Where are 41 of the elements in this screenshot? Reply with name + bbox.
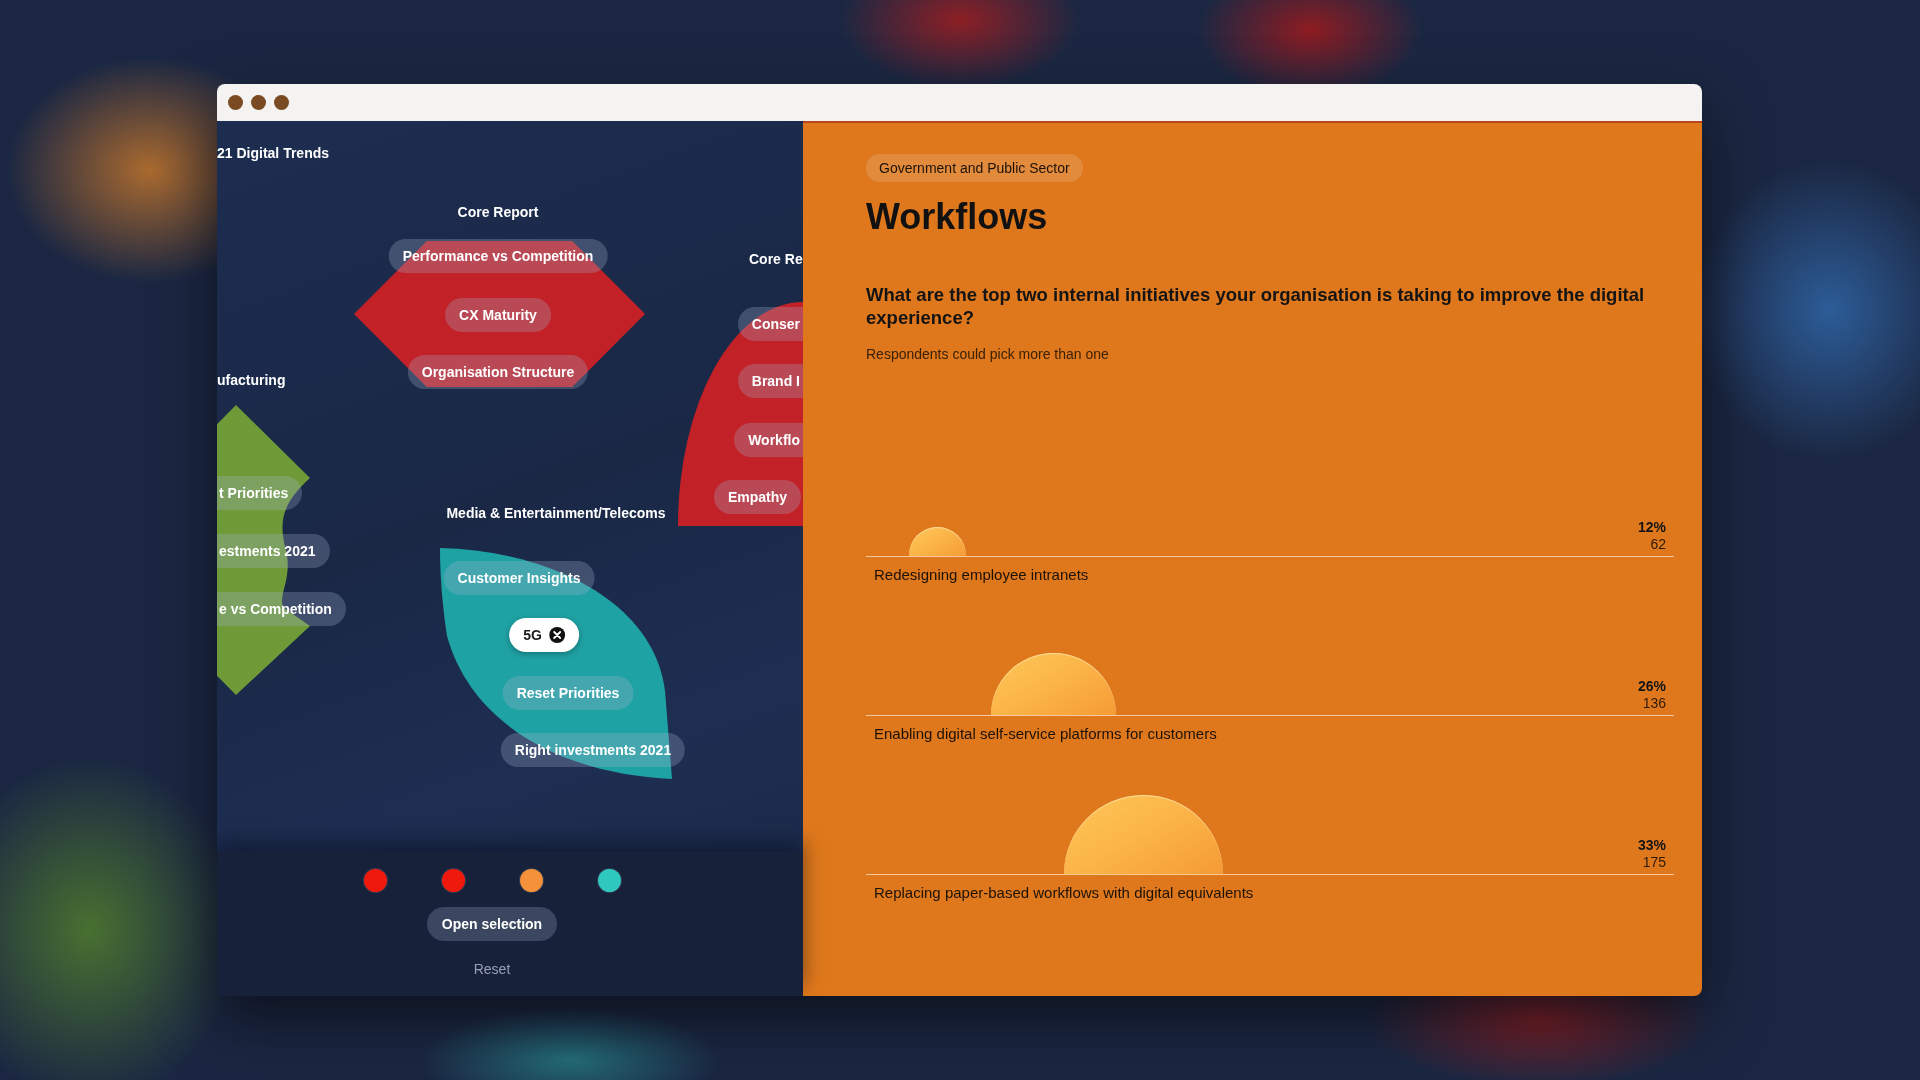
result-count: 175 <box>1642 854 1666 871</box>
result-label: Replacing paper-based workflows with digital equivalents <box>873 883 1255 903</box>
filter-dot-icon[interactable] <box>441 869 465 892</box>
topic-chip[interactable]: Organisation Structure <box>407 355 589 389</box>
reset-link[interactable]: Reset <box>473 960 511 978</box>
result-count: 62 <box>1650 536 1666 553</box>
topic-chip[interactable]: 5G <box>509 618 579 652</box>
filter-dot-icon[interactable] <box>597 869 621 892</box>
open-selection-button[interactable]: Open selection <box>426 907 558 941</box>
window-dot-icon <box>251 95 266 110</box>
filter-dot-icon[interactable] <box>519 869 543 892</box>
result-label: Enabling digital self-service platforms for customers <box>873 724 1218 744</box>
topic-chip[interactable]: estments 2021 <box>217 534 330 568</box>
window-dot-icon <box>228 95 243 110</box>
window-dot-icon <box>274 95 289 110</box>
topic-chip[interactable]: Customer Insights <box>443 561 595 595</box>
topic-chip[interactable]: e vs Competition <box>217 592 346 626</box>
filter-dot-icon[interactable] <box>363 869 387 892</box>
result-percent: 12% <box>1637 519 1666 536</box>
note-text: Respondents could pick more than one <box>866 345 1109 363</box>
cluster-title: Core Re <box>749 250 803 268</box>
question-text: What are the top two internal initiatives your organisation is taking to improve the digital experience? <box>866 283 1646 329</box>
result-percent: 26% <box>1637 678 1666 695</box>
topic-chip[interactable]: Workflo <box>734 423 803 457</box>
topic-chip[interactable]: Right investments 2021 <box>500 733 686 767</box>
detail-title: Workflows <box>866 196 1048 238</box>
result-count: 136 <box>1642 695 1666 712</box>
result-label: Redesigning employee intranets <box>873 565 1090 585</box>
cluster-title: ufacturing <box>217 371 286 389</box>
topic-chip[interactable]: Conser <box>737 307 803 341</box>
sector-tag: Government and Public Sector <box>866 154 1083 182</box>
topic-chip[interactable]: Brand I <box>737 364 803 398</box>
topic-chip[interactable]: Reset Priorities <box>502 676 634 710</box>
topic-chip[interactable]: CX Maturity <box>445 298 551 332</box>
result-percent: 33% <box>1637 837 1666 854</box>
cluster-title: Core Report <box>457 203 539 221</box>
topic-chip[interactable]: t Priorities <box>217 476 303 510</box>
cluster-title: Media & Entertainment/Telecoms <box>446 504 666 522</box>
map-heading: 21 Digital Trends <box>217 144 330 162</box>
close-icon[interactable] <box>548 627 565 643</box>
topic-chip[interactable]: Empathy <box>714 480 802 514</box>
